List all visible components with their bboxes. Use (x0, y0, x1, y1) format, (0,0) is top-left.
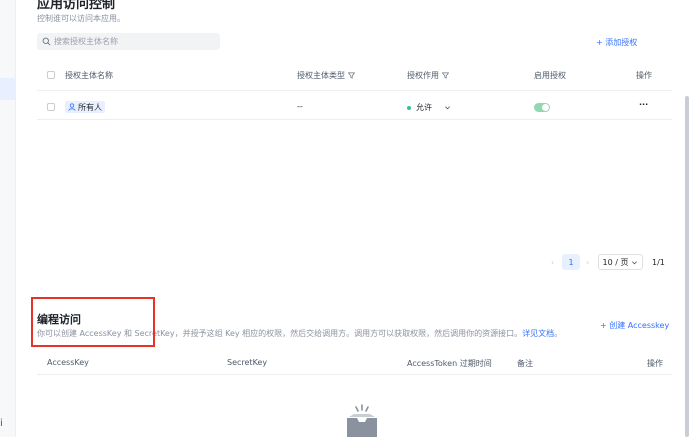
empty-inbox-icon (347, 404, 377, 437)
more-actions-button[interactable]: ··· (639, 100, 648, 109)
pagination-prev[interactable]: ‹ (551, 258, 554, 267)
search-icon (42, 37, 51, 46)
section-auth-subtitle: 控制谁可以访问本应用。 (37, 14, 125, 23)
column-header-effect[interactable]: 授权作用 (407, 70, 449, 81)
enable-toggle[interactable] (534, 103, 550, 112)
search-input[interactable] (54, 37, 214, 46)
column-header-type[interactable]: 授权主体类型 (297, 70, 355, 81)
docs-link[interactable]: 详见文档 (522, 329, 554, 338)
search-box[interactable] (37, 33, 220, 50)
column-header-note: 备注 (517, 359, 533, 368)
table-header-divider (37, 90, 672, 91)
column-header-subject: 授权主体名称 (65, 71, 113, 80)
column-header-ops: 操作 (636, 71, 652, 80)
chevron-down-icon (445, 106, 450, 110)
user-icon (68, 103, 76, 111)
vertical-scrollbar[interactable] (684, 0, 690, 437)
effect-select[interactable]: 允许 (407, 102, 451, 113)
section-auth-title: 应用访问控制 (37, 0, 116, 12)
highlight-annotation-box (31, 297, 155, 347)
pagination-total: 1/1 (652, 258, 665, 267)
column-header-ops: 操作 (647, 359, 663, 368)
pagination-next[interactable]: › (586, 258, 589, 267)
pagination-current-page[interactable]: 1 (562, 254, 580, 270)
page-size-select[interactable]: 10 / 页 (598, 254, 643, 270)
column-header-enabled: 启用授权 (534, 71, 566, 80)
select-all-checkbox[interactable] (47, 71, 55, 79)
toggle-knob (542, 104, 549, 111)
column-header-accesskey: AccessKey (47, 358, 89, 367)
create-accesskey-button[interactable]: + 创建 Accesskey (600, 320, 669, 331)
filter-icon[interactable] (442, 72, 449, 79)
left-rail-bottom-glyph: i (0, 418, 3, 429)
table-row-divider (37, 119, 672, 120)
row-checkbox[interactable] (47, 103, 55, 111)
status-dot (407, 105, 411, 110)
row-type: -- (297, 102, 303, 111)
filter-icon[interactable] (348, 72, 355, 79)
column-header-secretkey: SecretKey (227, 358, 268, 367)
subject-tag: 所有人 (65, 101, 105, 113)
left-rail-active-item[interactable] (0, 78, 16, 100)
left-navigation-rail: i (0, 0, 16, 437)
column-header-token-expiry: AccessToken 过期时间 (407, 359, 492, 368)
chevron-down-icon (632, 260, 638, 264)
add-authorization-button[interactable]: + 添加授权 (596, 37, 637, 48)
scrollbar-thumb[interactable] (685, 96, 689, 437)
table-header-divider (37, 374, 672, 375)
